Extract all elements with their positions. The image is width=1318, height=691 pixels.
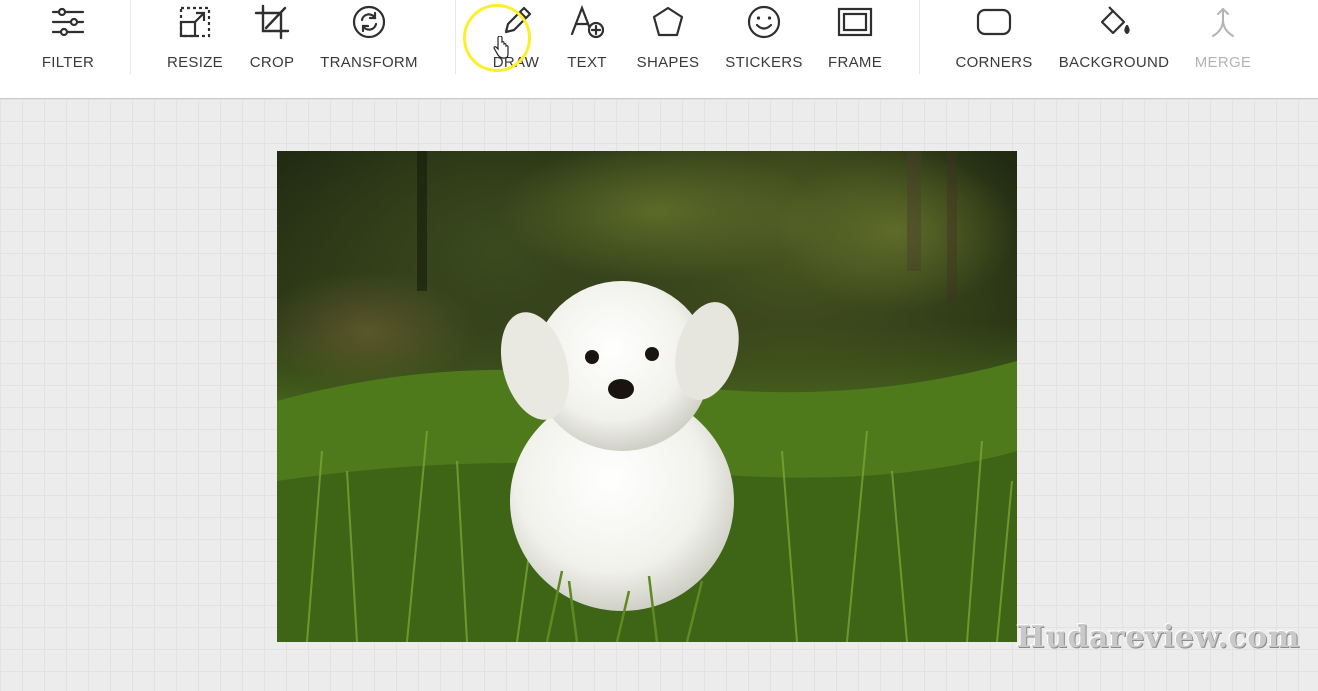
tool-frame-label: FRAME xyxy=(828,54,882,71)
toolbar-divider xyxy=(919,0,920,74)
puppy-photo xyxy=(277,151,1017,642)
tool-merge[interactable]: MERGE xyxy=(1192,0,1254,98)
text-add-icon xyxy=(567,2,607,42)
tool-text-label: TEXT xyxy=(567,54,607,71)
toolbar-divider xyxy=(130,0,131,74)
toolbar-divider xyxy=(455,0,456,74)
tool-resize[interactable]: RESIZE xyxy=(165,0,225,98)
pencil-icon xyxy=(496,2,536,42)
merge-icon xyxy=(1203,2,1243,42)
editor-toolbar: FILTER RESIZE CROP TRANSFORM DRAW TEXT S… xyxy=(0,0,1318,99)
rounded-square-icon xyxy=(974,2,1014,42)
tool-filter-label: FILTER xyxy=(41,54,95,71)
tool-crop[interactable]: CROP xyxy=(246,0,298,98)
watermark: Hudareview.com xyxy=(1016,620,1300,655)
tool-draw[interactable]: DRAW xyxy=(488,0,544,98)
tool-corners[interactable]: CORNERS xyxy=(954,0,1034,98)
sliders-icon xyxy=(48,2,88,42)
tool-corners-label: CORNERS xyxy=(955,54,1033,71)
tool-text[interactable]: TEXT xyxy=(562,0,612,98)
tool-frame[interactable]: FRAME xyxy=(826,0,884,98)
tool-stickers-label: STICKERS xyxy=(725,54,803,71)
tool-transform-label: TRANSFORM xyxy=(320,54,418,71)
tool-merge-label: MERGE xyxy=(1194,54,1252,71)
smiley-icon xyxy=(744,2,784,42)
edited-image[interactable] xyxy=(277,151,1017,642)
rotate-icon xyxy=(349,2,389,42)
tool-shapes-label: SHAPES xyxy=(636,54,700,71)
tool-shapes[interactable]: SHAPES xyxy=(636,0,700,98)
tool-background-label: BACKGROUND xyxy=(1058,54,1170,71)
paint-bucket-icon xyxy=(1094,2,1134,42)
crop-icon xyxy=(252,2,292,42)
tool-background[interactable]: BACKGROUND xyxy=(1058,0,1170,98)
tool-filter[interactable]: FILTER xyxy=(38,0,98,98)
tool-stickers[interactable]: STICKERS xyxy=(724,0,804,98)
frame-icon xyxy=(835,2,875,42)
pentagon-icon xyxy=(648,2,688,42)
tool-transform[interactable]: TRANSFORM xyxy=(320,0,418,98)
tool-draw-label: DRAW xyxy=(492,54,540,71)
tool-crop-label: CROP xyxy=(249,54,295,71)
tool-resize-label: RESIZE xyxy=(167,54,223,71)
resize-icon xyxy=(175,2,215,42)
